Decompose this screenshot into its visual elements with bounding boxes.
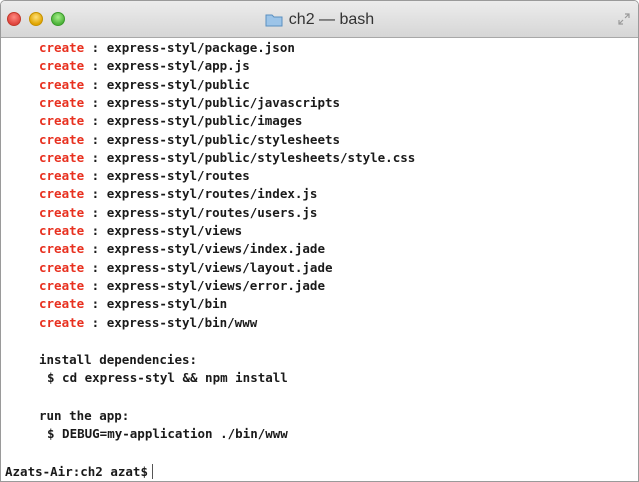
create-keyword: create [39, 40, 85, 55]
shell-prompt: Azats-Air:ch2 azat$ [5, 463, 153, 481]
create-keyword: create [39, 94, 85, 110]
separator: : [84, 168, 107, 184]
separator: : [84, 186, 107, 202]
create-keyword: create [39, 241, 85, 257]
create-keyword: create [39, 131, 85, 147]
output-line: create : express-styl/bin [39, 295, 227, 313]
output-line: create : express-styl/views/index.jade [39, 240, 325, 258]
terminal-output[interactable]: create : express-styl/package.json create… [1, 38, 638, 481]
output-line: create : express-styl/public [39, 76, 250, 94]
create-keyword: create [39, 277, 85, 293]
create-keyword: create [39, 149, 85, 165]
prompt-text: Azats-Air:ch2 azat$ [5, 463, 148, 479]
created-path: express-styl/bin/www [106, 314, 258, 330]
output-line: create : express-styl/public/images [39, 112, 302, 130]
create-keyword: create [39, 58, 85, 74]
window-title: ch2 — bash [288, 10, 375, 28]
created-path: express-styl/routes/index.js [106, 186, 318, 202]
title-bar[interactable]: ch2 — bash [1, 1, 638, 38]
folder-icon [265, 14, 283, 26]
text-cursor [152, 463, 153, 479]
created-path: express-styl/bin [106, 296, 228, 312]
create-keyword: create [39, 259, 85, 275]
separator: : [84, 113, 107, 129]
separator: : [84, 223, 107, 238]
separator: : [84, 149, 107, 165]
separator: : [84, 277, 107, 293]
separator: : [84, 296, 107, 312]
separator: : [84, 76, 107, 92]
fullscreen-icon[interactable] [618, 13, 630, 25]
output-line: create : express-styl/public/javascripts [39, 94, 340, 112]
created-path: express-styl/public/stylesheets/style.cs… [106, 149, 416, 165]
separator: : [84, 204, 107, 220]
output-line: create : express-styl/package.json [39, 39, 295, 57]
separator: : [84, 131, 107, 147]
output-line: create : express-styl/public/stylesheets [39, 131, 340, 149]
created-path: express-styl/views [106, 223, 243, 238]
create-keyword: create [39, 186, 85, 202]
separator: : [84, 241, 107, 257]
output-line: create : express-styl/public/stylesheets… [39, 149, 415, 167]
create-keyword: create [39, 314, 85, 330]
create-keyword: create [39, 223, 85, 238]
created-path: express-styl/views/error.jade [106, 277, 325, 293]
created-path: express-styl/public/stylesheets [106, 131, 341, 147]
output-line: create : express-styl/routes/index.js [39, 185, 317, 203]
create-keyword: create [39, 296, 85, 312]
created-path: express-styl/routes [106, 168, 250, 184]
created-path: express-styl/app.js [106, 58, 250, 74]
window-title-container: ch2 — bash [1, 1, 638, 38]
created-path: express-styl/public/javascripts [106, 94, 341, 110]
output-line: create : express-styl/app.js [39, 57, 250, 75]
created-path: express-styl/public [106, 76, 250, 92]
output-line: create : express-styl/views [39, 222, 242, 240]
create-keyword: create [39, 76, 85, 92]
create-keyword: create [39, 113, 85, 129]
create-keyword: create [39, 204, 85, 220]
separator: : [84, 314, 107, 330]
terminal-window: ch2 — bash create : express-styl/package… [0, 0, 639, 482]
created-path: express-styl/views/layout.jade [106, 259, 333, 275]
install-command: $ cd express-styl && npm install [47, 370, 288, 386]
install-heading: install dependencies: [39, 352, 198, 367]
output-line: create : express-styl/bin/www [39, 314, 257, 332]
created-path: express-styl/public/images [106, 113, 303, 129]
separator: : [84, 40, 107, 55]
output-line: create : express-styl/routes [39, 167, 250, 185]
separator: : [84, 259, 107, 275]
output-line: create : express-styl/views/error.jade [39, 277, 325, 295]
create-keyword: create [39, 168, 85, 184]
output-line: create : express-styl/routes/users.js [39, 204, 317, 222]
created-path: express-styl/package.json [106, 40, 295, 55]
separator: : [84, 58, 107, 74]
separator: : [84, 94, 107, 110]
run-command: $ DEBUG=my-application ./bin/www [47, 426, 288, 442]
run-heading: run the app: [39, 407, 130, 423]
created-path: express-styl/routes/users.js [106, 204, 318, 220]
output-line: create : express-styl/views/layout.jade [39, 259, 333, 277]
created-path: express-styl/views/index.jade [106, 241, 325, 257]
